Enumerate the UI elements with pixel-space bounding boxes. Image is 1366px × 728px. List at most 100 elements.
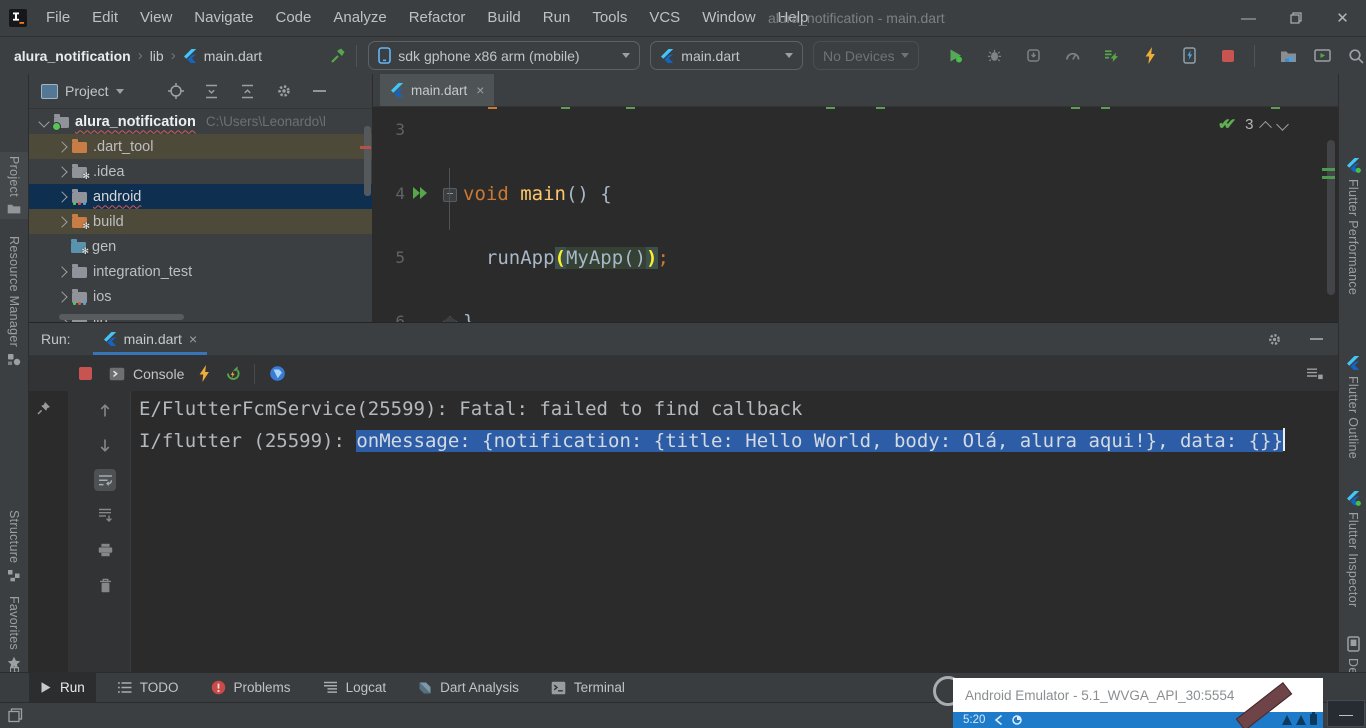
pin-icon[interactable] — [37, 401, 51, 415]
menu-analyze[interactable]: Analyze — [322, 0, 397, 36]
chevron-right-icon[interactable] — [56, 166, 67, 177]
code-editor[interactable]: 34−void main() {5 runApp(MyApp());6}78−c… — [373, 107, 1338, 322]
chevron-right-icon[interactable] — [56, 266, 67, 277]
chevron-right-icon[interactable] — [56, 141, 67, 152]
attach-debugger-button[interactable] — [1023, 46, 1043, 66]
chevron-right-icon[interactable] — [56, 291, 67, 302]
breadcrumb-item-alura_notification[interactable]: alura_notification — [14, 48, 131, 64]
tool-stripe-flutter-outline[interactable]: Flutter Outline — [1339, 352, 1366, 463]
hot-restart-icon[interactable] — [224, 365, 242, 382]
tool-stripe-project[interactable]: Project — [0, 152, 28, 219]
console-line-1[interactable]: E/FlutterFcmService(25599): Fatal: faile… — [139, 393, 1334, 425]
restart-device-button[interactable] — [1179, 46, 1199, 66]
menu-refactor[interactable]: Refactor — [398, 0, 477, 36]
tree-item-dart_tool[interactable]: .dart_tool — [29, 134, 372, 159]
chevron-down-icon[interactable] — [38, 116, 49, 127]
run-settings-icon[interactable] — [1264, 329, 1284, 349]
print-button[interactable] — [94, 539, 116, 561]
search-everywhere-button[interactable] — [1346, 46, 1366, 66]
project-scrollbar[interactable] — [364, 126, 371, 196]
clear-all-button[interactable] — [94, 574, 116, 596]
bottom-tab-todo[interactable]: TODO — [106, 673, 190, 703]
editor-tab-main-dart[interactable]: main.dart × — [380, 74, 494, 106]
menu-run[interactable]: Run — [532, 0, 582, 36]
flutter-device-selector[interactable]: No Devices — [813, 41, 919, 70]
hot-reload-button[interactable] — [1140, 46, 1160, 66]
project-hscrollbar[interactable] — [59, 314, 184, 320]
run-config-selector[interactable]: main.dart — [650, 41, 803, 70]
close-button[interactable]: ✕ — [1319, 0, 1366, 36]
bottom-tab-terminal[interactable]: Terminal — [540, 673, 636, 703]
tree-item-build[interactable]: build — [29, 209, 372, 234]
tree-item-integration_test[interactable]: integration_test — [29, 259, 372, 284]
menu-tools[interactable]: Tools — [581, 0, 638, 36]
hide-panel-icon[interactable] — [1306, 329, 1326, 349]
console-line-2[interactable]: I/flutter (25599): onMessage: {notificat… — [139, 425, 1334, 457]
menu-file[interactable]: File — [35, 0, 81, 36]
tree-item-idea[interactable]: .idea — [29, 159, 372, 184]
expand-all-button[interactable] — [202, 81, 222, 101]
breadcrumb-item-main.dart[interactable]: main.dart — [204, 48, 262, 64]
menu-edit[interactable]: Edit — [81, 0, 129, 36]
tree-item-android[interactable]: android — [29, 184, 372, 209]
running-devices-button[interactable] — [1312, 46, 1332, 66]
emulator-toolbar[interactable]: — — [1327, 700, 1365, 727]
locate-button[interactable] — [166, 81, 186, 101]
chevron-right-icon[interactable] — [56, 191, 67, 202]
collapse-all-button[interactable] — [238, 81, 258, 101]
tree-item-alura_notification[interactable]: alura_notificationC:\Users\Leonardo\l — [29, 109, 372, 134]
soft-wrap-button[interactable] — [94, 469, 116, 491]
flutter-tools-icon[interactable] — [328, 46, 347, 66]
console-tab[interactable]: Console — [109, 366, 184, 382]
debug-button[interactable] — [984, 46, 1004, 66]
bottom-tab-dart-analysis[interactable]: Dart Analysis — [407, 673, 530, 703]
menu-window[interactable]: Window — [691, 0, 766, 36]
project-structure-button[interactable] — [1278, 46, 1298, 66]
menu-vcs[interactable]: VCS — [638, 0, 691, 36]
menu-build[interactable]: Build — [476, 0, 531, 36]
code-line-4[interactable]: 4−void main() { — [373, 178, 1338, 210]
editor-scrollbar[interactable] — [1327, 140, 1335, 295]
tool-stripe-resource-manager[interactable]: Resource Manager — [0, 232, 28, 370]
tree-item-ios[interactable]: ios — [29, 284, 372, 309]
inspections-widget[interactable]: ✔✔ 3 — [1218, 115, 1287, 133]
dart-devtools-icon[interactable] — [269, 365, 286, 382]
close-tab-icon[interactable]: × — [189, 331, 197, 347]
run-button[interactable] — [945, 46, 965, 66]
bottom-tab-run[interactable]: Run — [29, 673, 96, 703]
profile-button[interactable] — [1062, 46, 1082, 66]
tree-item-gen[interactable]: gen — [29, 234, 372, 259]
run-tab-main-dart[interactable]: main.dart × — [93, 323, 208, 355]
menu-view[interactable]: View — [129, 0, 183, 36]
menu-code[interactable]: Code — [264, 0, 322, 36]
tool-stripe-flutter-performance[interactable]: Flutter Performance — [1339, 154, 1366, 299]
run-line-icon[interactable] — [411, 185, 431, 201]
fold-start-icon[interactable]: − — [443, 188, 457, 202]
stop-button[interactable] — [1218, 46, 1238, 66]
tool-windows-icon[interactable] — [8, 708, 23, 723]
scroll-up-button[interactable] — [94, 399, 116, 421]
minimize-button[interactable]: — — [1225, 0, 1272, 36]
tool-stripe-structure[interactable]: Structure — [0, 506, 28, 586]
prev-problem-icon[interactable] — [1260, 120, 1273, 133]
next-problem-icon[interactable] — [1277, 118, 1290, 131]
scroll-down-button[interactable] — [94, 434, 116, 456]
chevron-right-icon[interactable] — [56, 216, 67, 227]
menu-navigate[interactable]: Navigate — [183, 0, 264, 36]
stop-process-button[interactable] — [75, 364, 95, 384]
code-line-6[interactable]: 6} — [373, 306, 1338, 322]
close-tab-icon[interactable]: × — [476, 82, 484, 98]
console-output[interactable]: E/FlutterFcmService(25599): Fatal: faile… — [139, 393, 1334, 457]
device-selector[interactable]: sdk gphone x86 arm (mobile) — [368, 41, 640, 70]
tool-stripe-flutter-inspector[interactable]: Flutter Inspector — [1339, 487, 1366, 611]
project-view-selector[interactable]: Project — [41, 83, 124, 99]
flutter-attach-button[interactable] — [1101, 46, 1121, 66]
scroll-to-end-button[interactable] — [94, 504, 116, 526]
settings-button[interactable] — [274, 81, 294, 101]
code-line-3[interactable]: 3 — [373, 114, 1338, 146]
restore-button[interactable] — [1272, 0, 1319, 36]
console-layout-icon[interactable] — [1304, 364, 1324, 384]
hide-button[interactable] — [310, 81, 330, 101]
code-line-5[interactable]: 5 runApp(MyApp()); — [373, 242, 1338, 274]
breadcrumb-item-lib[interactable]: lib — [150, 48, 164, 64]
